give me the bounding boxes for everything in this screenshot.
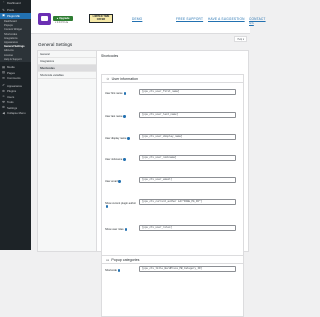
shortcode-field[interactable]: [ppu_ctx_user_email] xyxy=(139,177,236,183)
settings-panel: General Integrations Shortcodes Shortcod… xyxy=(37,50,249,317)
shortcode-field[interactable]: [ppu_ctx_user_nickname] xyxy=(139,155,236,161)
settings-content: Shortcodes ☺ User information User first… xyxy=(97,51,248,317)
shortcode-field[interactable]: [ppu_ctx_title_WordPress_PB_Category_ID] xyxy=(139,266,236,272)
shortcode-field[interactable]: [ppu_ctx_user_roles] xyxy=(139,225,236,231)
brush-icon: ✐ xyxy=(2,83,5,88)
sidebar-item-label: Posts xyxy=(7,8,14,13)
sidebar-item-label: Media xyxy=(7,65,15,70)
collapse-icon: ◀ xyxy=(2,110,5,115)
help-icon[interactable] xyxy=(124,228,127,231)
tab-general[interactable]: General xyxy=(38,51,96,58)
sidebar-item-label: Appearance xyxy=(7,83,23,88)
sidebar-item-label: Settings xyxy=(7,105,18,110)
tab-shortcodes[interactable]: Shortcodes xyxy=(38,65,96,72)
suggestion-link[interactable]: HAVE A SUGGESTION xyxy=(208,17,245,22)
shortcode-field[interactable]: [ppu_ctx_current_author id="PAGE_PG_ID"] xyxy=(139,199,236,205)
field-row: Shortcode [ppu_ctx_title_WordPress_PB_Ca… xyxy=(105,266,240,276)
plugin-logo xyxy=(38,13,51,25)
help-icon[interactable] xyxy=(117,269,121,272)
settings-icon: ⚙ xyxy=(2,105,5,110)
field-label: User first name xyxy=(105,92,139,95)
card-header: ☺ User information xyxy=(102,75,243,83)
help-icon[interactable] xyxy=(118,180,121,183)
card-title: User information xyxy=(111,76,139,81)
settings-tabs: General Integrations Shortcodes Shortcod… xyxy=(38,51,97,251)
sidebar-submenu: Dashboard Popups Content Widget Shortcod… xyxy=(0,18,31,63)
comments-icon: ✉ xyxy=(2,75,5,80)
sidebar-item-label: Comments xyxy=(7,76,21,81)
contact-us-link[interactable]: CONTACT US xyxy=(249,17,266,25)
field-row: Show current plugin author [ppu_ctx_curr… xyxy=(105,199,240,213)
sidebar-item-label: Collapse Menu xyxy=(7,111,26,116)
sidebar-item-label: Tools xyxy=(7,100,14,105)
limited-offer-button[interactable]: LIMITED TIME OFFER xyxy=(89,14,113,23)
pin-icon: ✎ xyxy=(2,7,5,12)
shortcode-field[interactable]: [ppu_ctx_user_last_name] xyxy=(139,112,236,118)
help-icon[interactable] xyxy=(127,137,130,140)
field-label: User display name xyxy=(105,137,139,140)
tab-integrations[interactable]: Integrations xyxy=(38,58,96,65)
field-label: User last name xyxy=(105,115,139,118)
pages-icon: ▥ xyxy=(2,70,5,75)
field-row: User first name [ppu_ctx_user_first_name… xyxy=(105,89,240,99)
shortcode-field[interactable]: [ppu_ctx_user_display_name] xyxy=(139,134,236,140)
shortcode-field[interactable]: [ppu_ctx_user_first_name] xyxy=(139,89,236,95)
card-header: ▭ Popup categories xyxy=(102,256,243,264)
sidebar-item-collapse[interactable]: ◀ Collapse Menu xyxy=(0,110,31,116)
field-row: User last name [ppu_ctx_user_last_name] xyxy=(105,112,240,122)
tab-shortcode-variables[interactable]: Shortcode variables xyxy=(38,72,96,79)
field-label: Show user roles xyxy=(105,228,139,231)
dashboard-icon: ◔ xyxy=(2,0,5,5)
field-label: User email xyxy=(105,180,139,183)
field-label: Show current plugin author xyxy=(105,202,139,208)
field-row: User email [ppu_ctx_user_email] xyxy=(105,177,240,187)
plugins-icon: ⚙ xyxy=(2,88,5,93)
help-icon[interactable] xyxy=(106,205,109,208)
sidebar-item-label: Plugin ME xyxy=(7,13,20,18)
admin-sidebar: ◔ Dashboard ✎ Posts ▣ Plugin ME Dashboar… xyxy=(0,0,31,250)
free-support-link[interactable]: FREE SUPPORT xyxy=(176,17,203,22)
sidebar-item-label: Dashboard xyxy=(7,0,21,5)
folder-icon: ▭ xyxy=(106,257,110,262)
field-row: Show user roles [ppu_ctx_user_roles] xyxy=(105,225,240,235)
media-icon: ▤ xyxy=(2,64,5,69)
demo-link[interactable]: DEMO xyxy=(132,17,142,22)
card-title: Popup categories xyxy=(111,257,140,262)
sidebar-item-label: Plugins xyxy=(7,89,17,94)
field-label: Shortcode xyxy=(105,269,139,272)
users-group-icon: ☺ xyxy=(106,76,110,81)
popup-categories-card: ▭ Popup categories Shortcode [ppu_ctx_ti… xyxy=(101,255,244,317)
sidebar-item-label: Users xyxy=(7,94,15,99)
submenu-item-help[interactable]: Help & Support xyxy=(0,57,31,61)
plugin-header: ● Upgrade v 2.0.0.5 Lite LIMITED TIME OF… xyxy=(31,0,265,34)
sidebar-item-label: Pages xyxy=(7,70,15,75)
plugin-icon: ▣ xyxy=(2,13,5,18)
field-row: User display name [ppu_ctx_user_display_… xyxy=(105,134,240,144)
field-row: User nickname [ppu_ctx_user_nickname] xyxy=(105,155,240,165)
help-tab-button[interactable]: Help ▾ xyxy=(234,36,247,42)
help-icon[interactable] xyxy=(123,115,126,118)
tools-icon: ⚒ xyxy=(2,99,5,104)
user-information-card: ☺ User information User first name [ppu_… xyxy=(101,74,244,258)
section-title: Shortcodes xyxy=(101,54,119,58)
page-title: General Settings xyxy=(38,42,73,47)
help-icon[interactable] xyxy=(123,92,126,95)
users-icon: ☺ xyxy=(2,94,6,99)
version-label: v 2.0.0.5 Lite xyxy=(55,22,69,24)
field-label: User nickname xyxy=(105,158,139,161)
upgrade-button[interactable]: ● Upgrade xyxy=(53,16,73,21)
help-icon[interactable] xyxy=(123,158,126,161)
